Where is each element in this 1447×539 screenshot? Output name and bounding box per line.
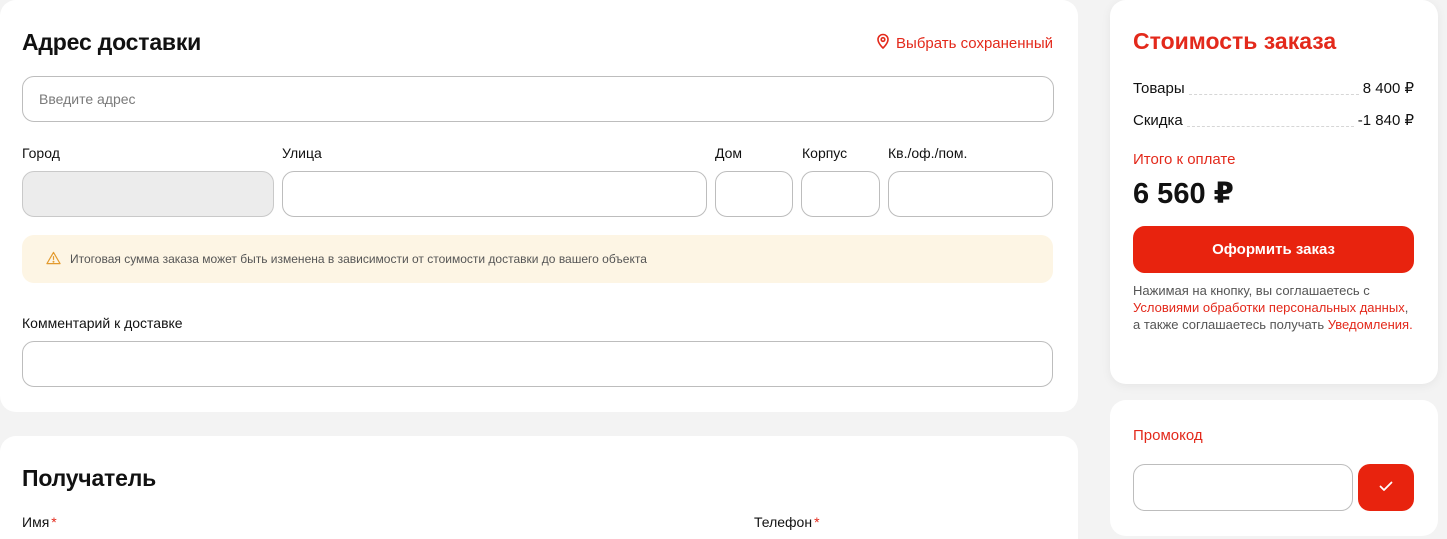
legal-text-3: . [1409, 317, 1413, 332]
dotted-leader [1186, 126, 1354, 127]
discount-label: Скидка [1133, 112, 1183, 129]
phone-label-text: Телефон [754, 514, 813, 530]
address-search-input[interactable] [22, 76, 1054, 122]
goods-row: Товары 8 400 ₽ [1133, 79, 1414, 97]
delivery-cost-notice: Итоговая сумма заказа может быть изменен… [22, 235, 1053, 283]
building-field[interactable] [801, 171, 880, 217]
city-label: Город [22, 145, 60, 161]
goods-value: 8 400 ₽ [1362, 80, 1414, 97]
required-mark: * [814, 514, 820, 530]
total-value: 6 560 ₽ [1133, 178, 1234, 210]
legal-text-1: Нажимая на кнопку, вы соглашаетесь с [1133, 283, 1370, 298]
street-field[interactable] [282, 171, 707, 217]
building-label: Корпус [802, 145, 848, 161]
discount-value: -1 840 ₽ [1357, 112, 1414, 129]
promo-code-card: Промокод [1110, 400, 1438, 536]
delivery-comment-label: Комментарий к доставке [22, 315, 183, 331]
order-summary-card: Стоимость заказа Товары 8 400 ₽ Скидка -… [1110, 0, 1438, 384]
personal-data-terms-link[interactable]: Условиями обработки персональных данных [1133, 300, 1405, 315]
delivery-address-card: Адрес доставки Выбрать сохраненный Город… [0, 0, 1078, 412]
street-label: Улица [282, 145, 322, 161]
warning-icon [46, 251, 61, 268]
goods-label: Товары [1133, 80, 1185, 97]
discount-row: Скидка -1 840 ₽ [1133, 111, 1414, 129]
apply-promo-button[interactable] [1358, 464, 1414, 511]
promo-code-title: Промокод [1133, 427, 1203, 444]
apartment-field[interactable] [888, 171, 1053, 217]
legal-notice: Нажимая на кнопку, вы соглашаетесь с Усл… [1133, 282, 1418, 333]
name-label-text: Имя [22, 514, 50, 530]
recipient-card: Получатель Имя * Телефон * [0, 436, 1078, 539]
place-order-button[interactable]: Оформить заказ [1133, 226, 1414, 273]
map-pin-icon [876, 33, 890, 53]
notifications-link[interactable]: Уведомления [1328, 317, 1409, 332]
city-field [22, 171, 274, 217]
delivery-address-title: Адрес доставки [22, 29, 202, 55]
total-label: Итого к оплате [1133, 151, 1236, 168]
required-mark: * [51, 514, 57, 530]
name-label: Имя * [22, 514, 57, 530]
choose-saved-address-link[interactable]: Выбрать сохраненный [876, 33, 1053, 53]
order-summary-title: Стоимость заказа [1133, 28, 1337, 54]
delivery-comment-field[interactable] [22, 341, 1053, 387]
check-icon [1379, 480, 1393, 495]
house-label: Дом [715, 145, 743, 161]
phone-label: Телефон * [754, 514, 820, 530]
recipient-title: Получатель [22, 465, 157, 491]
delivery-cost-notice-text: Итоговая сумма заказа может быть изменен… [70, 252, 647, 266]
house-field[interactable] [715, 171, 793, 217]
promo-code-input[interactable] [1133, 464, 1353, 511]
dotted-leader [1188, 94, 1359, 95]
apartment-label: Кв./оф./пом. [888, 145, 968, 161]
choose-saved-address-label: Выбрать сохраненный [896, 34, 1053, 52]
